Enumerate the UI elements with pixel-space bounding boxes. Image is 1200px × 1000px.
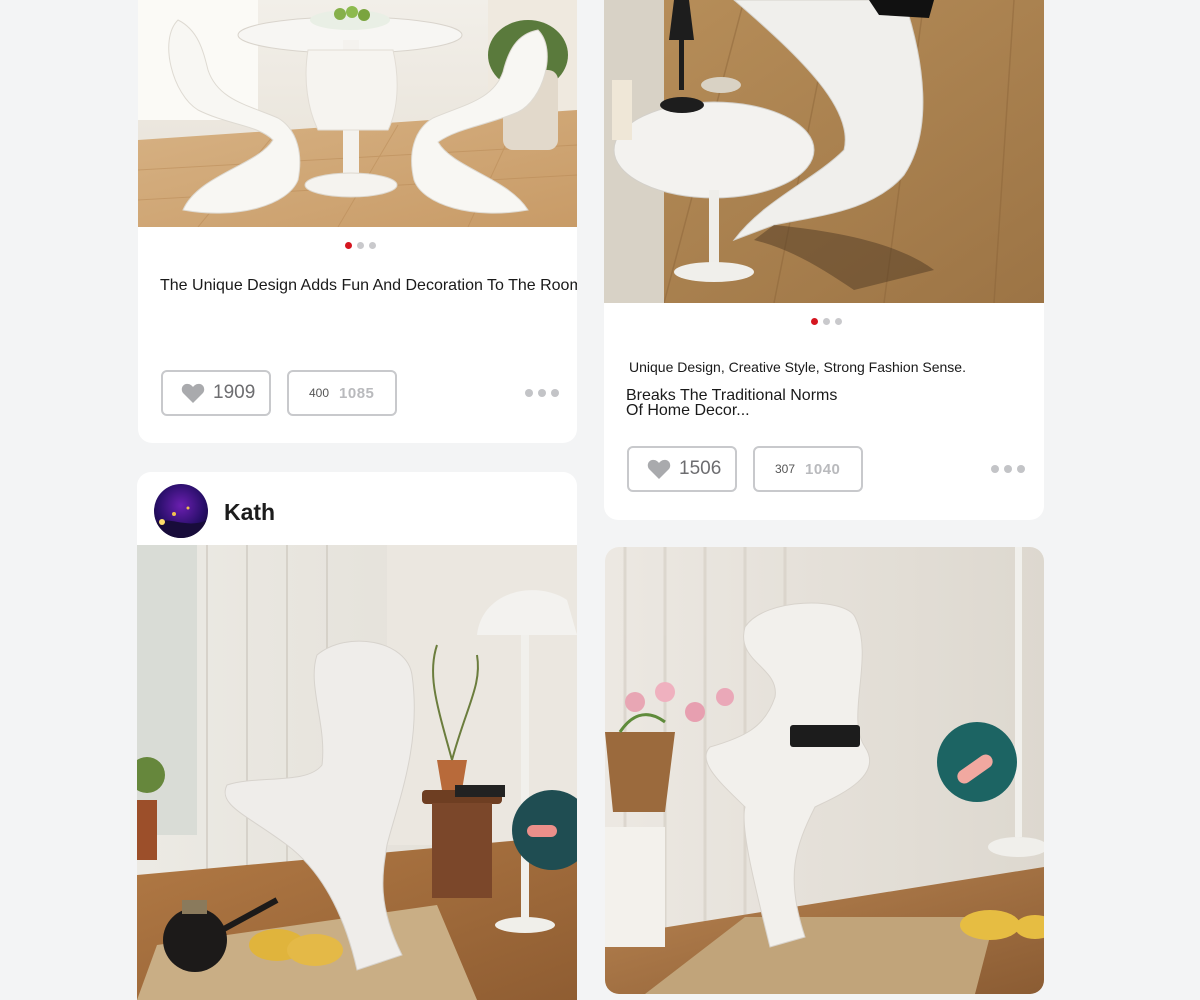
post-photo[interactable] bbox=[605, 547, 1044, 994]
post-title-line-2[interactable]: Of Home Decor... bbox=[626, 402, 750, 420]
post-card[interactable]: Unique Design, Creative Style, Strong Fa… bbox=[604, 0, 1044, 520]
carousel-dot[interactable] bbox=[823, 318, 830, 325]
carousel-dot[interactable] bbox=[369, 242, 376, 249]
author-name[interactable]: Kath bbox=[224, 499, 275, 526]
post-card[interactable] bbox=[605, 547, 1044, 994]
avatar[interactable] bbox=[154, 484, 208, 538]
carousel-dot[interactable] bbox=[345, 242, 352, 249]
post-photo[interactable] bbox=[138, 0, 577, 227]
like-button[interactable]: 1506 bbox=[627, 446, 737, 492]
like-count: 1506 bbox=[679, 458, 722, 479]
comment-button[interactable]: 307 1040 bbox=[753, 446, 863, 492]
feed-page: The Unique Design Adds Fun And Decoratio… bbox=[0, 0, 1200, 1000]
comment-count-faint: 1040 bbox=[805, 460, 841, 478]
post-photo[interactable] bbox=[137, 545, 577, 1000]
like-button[interactable]: 1909 bbox=[161, 370, 271, 416]
comment-count: 400 bbox=[309, 386, 330, 400]
comment-button[interactable]: 400 1085 bbox=[287, 370, 397, 416]
carousel-dots[interactable] bbox=[345, 242, 376, 249]
like-count: 1909 bbox=[213, 382, 256, 403]
more-dots-icon[interactable] bbox=[525, 389, 559, 397]
carousel-dot[interactable] bbox=[811, 318, 818, 325]
heart-icon bbox=[647, 458, 671, 480]
post-title[interactable]: The Unique Design Adds Fun And Decoratio… bbox=[160, 277, 577, 295]
more-dots-icon[interactable] bbox=[991, 465, 1025, 473]
post-card[interactable]: Kath bbox=[137, 472, 577, 1000]
heart-icon bbox=[181, 382, 205, 404]
comment-count-faint: 1085 bbox=[339, 384, 375, 402]
post-subtitle: Unique Design, Creative Style, Strong Fa… bbox=[629, 359, 966, 375]
post-card[interactable]: The Unique Design Adds Fun And Decoratio… bbox=[138, 0, 577, 443]
carousel-dot[interactable] bbox=[835, 318, 842, 325]
carousel-dot[interactable] bbox=[357, 242, 364, 249]
carousel-dots[interactable] bbox=[811, 318, 842, 325]
post-photo[interactable] bbox=[604, 0, 1044, 303]
comment-count: 307 bbox=[775, 462, 796, 476]
